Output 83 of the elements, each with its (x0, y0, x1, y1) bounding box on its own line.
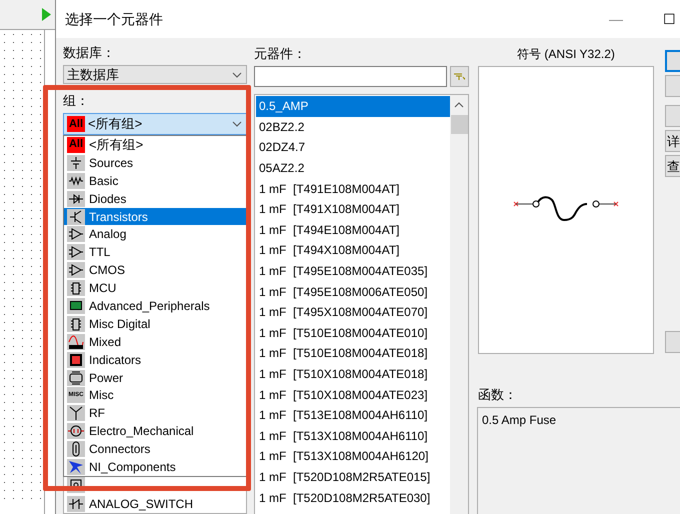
diode-icon (67, 190, 85, 207)
component-item[interactable]: 05AZ2.2 (256, 158, 450, 178)
group-option[interactable]: Basic (64, 172, 246, 190)
family-item[interactable]: ANALOG_SWITCH (64, 494, 246, 513)
group-option[interactable]: Electro_Mechanical (64, 422, 246, 440)
all-badge: All (67, 136, 85, 153)
component-item[interactable]: 1 mF [T510X108M004ATE023] (256, 384, 450, 405)
supply-icon (67, 370, 85, 386)
component-item[interactable]: 1 mF [T510E108M004ATE010] (256, 322, 450, 344)
scrollbar-thumb[interactable] (450, 115, 468, 134)
battery-icon (67, 154, 85, 171)
group-option[interactable]: Diodes (64, 190, 246, 208)
component-item[interactable]: 1 mF [T513E108M004AH6110] (256, 404, 450, 426)
group-option[interactable]: NI_Components (64, 458, 246, 476)
group-option[interactable]: Sources (64, 154, 246, 172)
component-item[interactable]: 1 mF [T513X108M004AH6120] (256, 446, 450, 467)
group-dropdown[interactable]: All <所有组> (63, 113, 247, 135)
group-option[interactable]: Transistors (64, 208, 246, 226)
group-option[interactable]: Misc Digital (64, 314, 246, 333)
component-item[interactable]: 1 mF [T495E108M004ATE035] (256, 260, 450, 282)
filter-icon (454, 73, 465, 80)
function-label: 函数： (478, 387, 518, 403)
component-item[interactable]: 1 mF [T510X108M004ATE018] (256, 364, 450, 384)
gate-icon (67, 244, 85, 260)
scrollbar[interactable] (450, 95, 468, 514)
transistor-icon (67, 208, 85, 224)
group-option[interactable]: All <所有组> (64, 136, 246, 154)
component-item[interactable]: 02BZ2.2 (256, 116, 450, 138)
side-button[interactable] (665, 50, 680, 72)
group-option[interactable]: MCU (64, 279, 246, 298)
filter-button[interactable] (450, 66, 469, 87)
component-item[interactable]: 1 mF [T510E108M004ATE018] (256, 343, 450, 364)
side-button[interactable] (665, 75, 680, 97)
opamp-icon (67, 226, 85, 242)
monitor-icon (67, 298, 85, 314)
symbol-title: 符号 (ANSI Y32.2) (516, 46, 616, 62)
group-option[interactable]: Indicators (64, 350, 246, 369)
component-item[interactable]: 1 mF [T495E108M006ATE050] (256, 281, 450, 302)
components-label: 元器件： (254, 46, 307, 62)
all-badge: All (67, 116, 85, 132)
component-item[interactable]: 1 mF [T513X108M004AH6110] (256, 426, 450, 446)
database-dropdown[interactable]: 主数据库 (63, 65, 247, 84)
group-option[interactable]: Connectors (64, 440, 246, 458)
database-label: 数据库： (63, 45, 116, 61)
group-option[interactable]: Power (64, 368, 246, 386)
bird-icon (67, 458, 85, 475)
group-option[interactable]: Advanced_Peripherals (64, 297, 246, 315)
component-item[interactable]: 1 mF [T520D108M2R5ATE015] (256, 466, 450, 488)
component-item[interactable]: 02DZ4.7 (256, 137, 450, 158)
connector-icon (67, 441, 85, 458)
window-title: 选择一个元器件 (65, 10, 164, 28)
group-option[interactable]: TTL (64, 243, 246, 262)
chevron-down-icon (232, 72, 242, 78)
resistor-icon (67, 172, 85, 189)
play-icon[interactable] (42, 8, 51, 21)
component-search-field[interactable] (254, 66, 447, 87)
switch-icon (67, 496, 85, 512)
component-item[interactable]: 1 mF [T520D108M2R5ATE030] (256, 487, 450, 508)
group-option[interactable]: RF (64, 404, 246, 422)
component-item[interactable]: 1 mF [T491E108M004AT] (256, 178, 450, 199)
side-button[interactable] (665, 105, 680, 127)
chip-icon (67, 316, 85, 332)
display-icon (67, 352, 85, 368)
side-button[interactable] (665, 331, 680, 353)
wave-icon (67, 334, 85, 350)
component-item[interactable]: 1 mF [T494X108M004AT] (256, 240, 450, 261)
motor-icon (67, 423, 85, 440)
component-item[interactable]: 1 mF [T494E108M004AT] (256, 220, 450, 240)
group-option[interactable]: CMOS (64, 261, 246, 280)
antenna-icon (67, 405, 85, 422)
group-option[interactable]: Mixed (64, 332, 246, 351)
group-option[interactable]: Analog (64, 225, 246, 244)
group-label: 组： (63, 93, 90, 109)
component-item[interactable]: 0.5_AMP (256, 96, 450, 117)
chip-icon (67, 280, 85, 296)
component-item[interactable]: 1 mF [T491X108M004AT] (256, 198, 450, 220)
function-text: 0.5 Amp Fuse (482, 413, 556, 427)
gate-icon (67, 262, 85, 278)
side-button[interactable]: 详 (665, 130, 680, 152)
side-button[interactable]: 查 (665, 155, 680, 177)
component-item[interactable]: 1 mF [T495X108M004ATE070] (256, 302, 450, 323)
maximize-button[interactable]: ☐ (663, 12, 676, 26)
chevron-down-icon (232, 121, 242, 127)
